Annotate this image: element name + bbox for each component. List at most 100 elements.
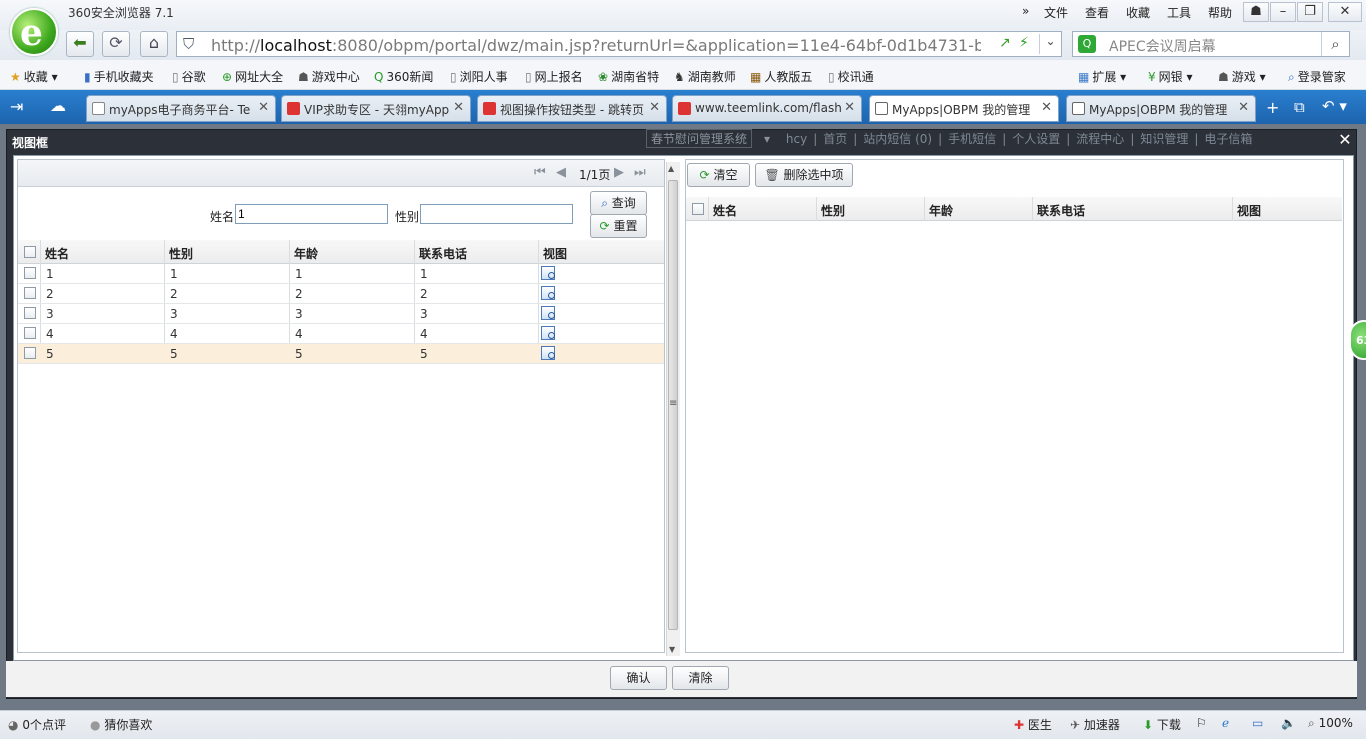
skin-icon[interactable]: ☗ — [1243, 2, 1269, 22]
bookmark-xiaoxuntong[interactable]: ▯ 校讯通 — [828, 68, 874, 85]
header-phone[interactable]: 联系电话 — [419, 245, 467, 262]
comments-status[interactable]: ◕ 0个点评 — [8, 716, 66, 733]
minimize-icon[interactable]: – — [1270, 2, 1296, 22]
reset-button[interactable]: ⟳ 重置 — [590, 214, 647, 238]
select-all-checkbox[interactable] — [24, 246, 36, 258]
more-menus-icon[interactable]: » — [1022, 4, 1029, 18]
tab-close-icon[interactable]: ✕ — [844, 100, 855, 115]
right-header-gender[interactable]: 性别 — [821, 202, 845, 219]
zoom-level[interactable]: ⌕ 100% — [1308, 716, 1353, 731]
sidebar-toggle-icon[interactable]: ⇥ — [10, 97, 23, 116]
games-menu[interactable]: ☗ 游戏 ▾ — [1218, 68, 1266, 85]
tab-list-icon[interactable]: ⧉ — [1294, 98, 1305, 116]
window-icon[interactable]: ▭ — [1252, 716, 1263, 730]
bookmark-hao360[interactable]: ⊕ 网址大全 — [222, 68, 283, 85]
ie-icon[interactable]: ℯ — [1222, 716, 1229, 730]
bookmark-google[interactable]: ▯ 谷歌 — [172, 68, 206, 85]
volume-icon[interactable]: 🔈 — [1281, 716, 1296, 730]
bookmark-liuyang-hr[interactable]: ▯ 浏阳人事 — [450, 68, 508, 85]
doctor-tool[interactable]: ✚ 医生 — [1014, 716, 1052, 733]
search-box[interactable]: Q APEC会议周启幕 ⌕ — [1072, 31, 1350, 57]
home-icon[interactable]: ⌂ — [140, 31, 168, 57]
bookmark-pep-grade5[interactable]: ▦ 人教版五 — [750, 68, 812, 85]
clear-all-button[interactable]: ⟳ 清空 — [687, 163, 750, 187]
delete-selected-button[interactable]: 🗑 删除选中项 — [755, 163, 853, 187]
speed-mode-icon[interactable]: ⚡ — [1019, 35, 1029, 51]
tab-close-icon[interactable]: ✕ — [1238, 100, 1249, 115]
view-detail-icon[interactable] — [541, 286, 555, 300]
query-button[interactable]: ⌕ 查询 — [590, 191, 647, 215]
tab-vip-help[interactable]: VIP求助专区 - 天翎myApp ✕ — [281, 95, 471, 122]
row-checkbox[interactable] — [24, 347, 36, 359]
header-view[interactable]: 视图 — [543, 245, 567, 262]
row-checkbox[interactable] — [24, 267, 36, 279]
extensions-menu[interactable]: ▦ 扩展 ▾ — [1078, 68, 1126, 85]
bookmark-360-news[interactable]: Q 360新闻 — [374, 68, 433, 85]
tab-myapps-ecommerce[interactable]: myApps电子商务平台- Te ✕ — [86, 95, 276, 122]
table-row[interactable]: 3 3 3 3 — [18, 304, 664, 324]
tab-close-icon[interactable]: ✕ — [258, 100, 269, 115]
login-manager[interactable]: ⌕ 登录管家 — [1288, 68, 1346, 85]
next-page-icon[interactable]: ▶ — [614, 165, 624, 180]
view-detail-icon[interactable] — [541, 326, 555, 340]
right-header-name[interactable]: 姓名 — [713, 202, 737, 219]
cloud-icon[interactable]: ☁ — [50, 96, 66, 115]
right-select-all-checkbox[interactable] — [692, 203, 704, 215]
bookmark-hunan-teacher[interactable]: ♞ 湖南教师 — [674, 68, 736, 85]
address-dropdown-icon[interactable]: ⌄ — [1039, 34, 1061, 54]
prev-page-icon[interactable]: ◀ — [556, 165, 566, 180]
first-page-icon[interactable]: ⏮ — [534, 165, 546, 180]
splitter-grip-icon[interactable]: ≡ — [669, 398, 677, 409]
tab-view-button-type[interactable]: 视图操作按钮类型 - 跳转页 ✕ — [477, 95, 667, 122]
address-bar[interactable]: ⛉ http://localhost:8080/obpm/portal/dwz/… — [176, 31, 1062, 57]
scroll-down-icon[interactable]: ▼ — [669, 645, 675, 654]
close-window-icon[interactable]: ✕ — [1328, 2, 1362, 22]
bookmark-mobile[interactable]: ▮ 手机收藏夹 — [84, 68, 154, 85]
row-checkbox[interactable] — [24, 327, 36, 339]
row-checkbox[interactable] — [24, 307, 36, 319]
accelerator-tool[interactable]: ✈ 加速器 — [1070, 716, 1120, 733]
view-detail-icon[interactable] — [541, 266, 555, 280]
search-icon[interactable]: ⌕ — [1321, 32, 1349, 56]
header-gender[interactable]: 性别 — [169, 245, 193, 262]
name-input[interactable] — [235, 204, 388, 224]
tab-close-icon[interactable]: ✕ — [649, 100, 660, 115]
menu-favorites[interactable]: 收藏 — [1126, 4, 1150, 21]
bookmark-favorites[interactable]: ★ 收藏 ▾ — [10, 68, 58, 85]
tab-close-icon[interactable]: ✕ — [453, 100, 464, 115]
view-detail-icon[interactable] — [541, 306, 555, 320]
undo-close-tab-icon[interactable]: ↶ ▾ — [1322, 97, 1347, 115]
tab-close-icon[interactable]: ✕ — [1041, 100, 1052, 115]
table-row-selected[interactable]: 5 5 5 5 — [18, 344, 664, 364]
table-row[interactable]: 2 2 2 2 — [18, 284, 664, 304]
right-header-view[interactable]: 视图 — [1237, 202, 1261, 219]
menu-help[interactable]: 帮助 — [1208, 4, 1232, 21]
restore-icon[interactable]: ❐ — [1297, 2, 1323, 22]
scroll-up-icon[interactable]: ▲ — [668, 164, 674, 173]
clear-button[interactable]: 清除 — [672, 666, 729, 690]
ebank-menu[interactable]: ¥ 网银 ▾ — [1148, 68, 1193, 85]
search-engine-icon[interactable]: Q — [1078, 35, 1096, 53]
right-header-age[interactable]: 年龄 — [929, 202, 953, 219]
header-name[interactable]: 姓名 — [45, 245, 69, 262]
tab-teemlink-flash[interactable]: www.teemlink.com/flash ✕ — [672, 95, 862, 122]
header-age[interactable]: 年龄 — [294, 245, 318, 262]
right-header-phone[interactable]: 联系电话 — [1037, 202, 1085, 219]
tab-myapps-obpm-active[interactable]: MyApps|OBPM 我的管理 ✕ — [869, 95, 1059, 122]
bookmark-hunan-special[interactable]: ❀ 湖南省特 — [598, 68, 659, 85]
table-row[interactable]: 1 1 1 1 — [18, 264, 664, 284]
download-tool[interactable]: ⬇ 下载 — [1143, 716, 1181, 733]
guess-you-like[interactable]: ● 猜你喜欢 — [90, 716, 152, 733]
tab-myapps-obpm[interactable]: MyApps|OBPM 我的管理 ✕ — [1066, 95, 1256, 122]
new-tab-icon[interactable]: + — [1266, 98, 1279, 117]
view-detail-icon[interactable] — [541, 346, 555, 360]
share-icon[interactable]: ↗ — [999, 35, 1011, 51]
bookmark-game-center[interactable]: ☗ 游戏中心 — [298, 68, 360, 85]
last-page-icon[interactable]: ⏭ — [634, 165, 646, 180]
flag-icon[interactable]: ⚐ — [1196, 716, 1207, 730]
back-icon[interactable]: ⬅ — [66, 31, 94, 57]
browser-logo-icon[interactable]: e — [10, 8, 58, 56]
bookmark-online-signup[interactable]: ▯ 网上报名 — [525, 68, 583, 85]
menu-view[interactable]: 查看 — [1085, 4, 1109, 21]
refresh-icon[interactable]: ⟳ — [102, 31, 130, 57]
